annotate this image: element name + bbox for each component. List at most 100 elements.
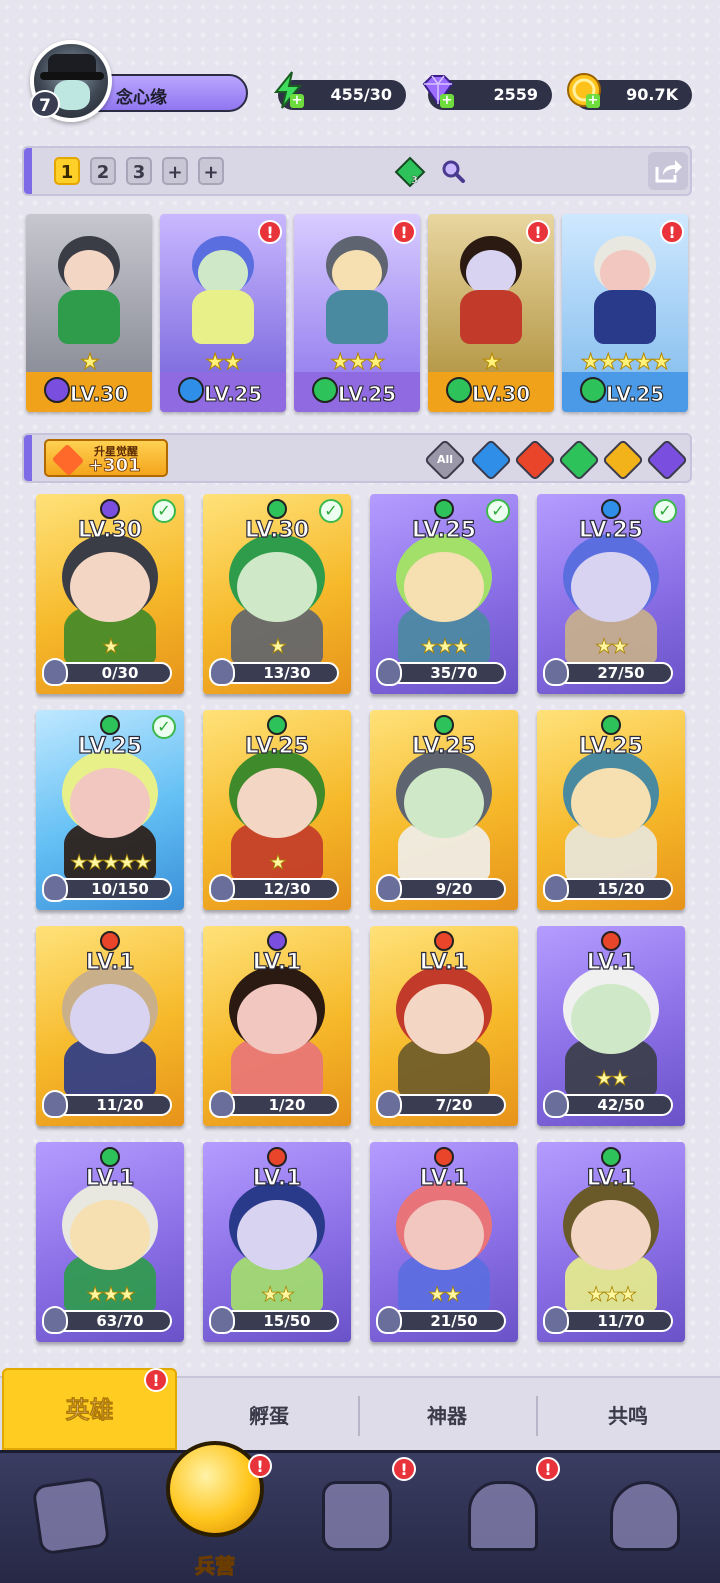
energy-counter[interactable]: + 455/30 [273,71,406,110]
hero-stars: ★★ [261,1282,296,1307]
hero-card[interactable]: LV.1 ★★ 21/50 [370,1142,518,1342]
hero-level: LV.25 [605,382,665,407]
hero-shard-progress: 15/20 [555,878,673,900]
dark-element-icon [267,931,287,951]
barracks-sub-tabs: 英雄 ! 孵蛋 神器 共鸣 [0,1368,720,1450]
gems-value: 2559 [493,85,538,104]
alert-badge: ! [258,220,282,244]
tab-resonance[interactable]: 共鸣 [538,1378,718,1450]
gem-counter[interactable]: + 2559 [422,75,552,110]
shard-icon [209,1306,235,1334]
hero-card[interactable]: LV.1 ★★ 15/50 [203,1142,351,1342]
team-gem-count: 3 [411,175,418,186]
shard-icon [42,874,68,902]
hero-card[interactable]: LV.1 ★★★ 11/70 [537,1142,685,1342]
hero-shard-progress: 42/50 [555,1094,673,1116]
add-energy-icon[interactable]: + [290,94,304,108]
hero-card[interactable]: LV.1 ★★★ 63/70 [36,1142,184,1342]
wind-element-icon [434,715,454,735]
hero-level: LV.25 [77,733,143,759]
hero-level: LV.30 [69,382,129,407]
filter-all[interactable]: All [423,438,467,482]
hero-level: LV.25 [244,733,310,759]
shard-icon [376,1306,402,1334]
star-awaken-button[interactable]: 升星觉醒 +301 [44,439,168,477]
hero-shard-progress: 11/20 [54,1094,172,1116]
wind-element-icon [601,715,621,735]
hero-card[interactable]: LV.25 9/20 [370,710,518,910]
hero-card[interactable]: LV.1 ★★ 42/50 [537,926,685,1126]
hero-stars: ★★ [595,634,630,659]
nav-shop[interactable] [600,1471,690,1561]
add-gold-icon[interactable]: + [586,94,600,108]
hero-card[interactable]: ✓ LV.25 ★★★ 35/70 [370,494,518,694]
hero-card[interactable]: ✓ LV.25 ★★ 27/50 [537,494,685,694]
shard-icon [209,658,235,686]
bottom-nav: ! ! [0,1450,720,1583]
shard-icon [376,658,402,686]
tab-artifacts[interactable]: 神器 [360,1378,534,1450]
hero-level: LV.30 [77,517,143,543]
lightning-icon: + [266,68,310,112]
nav-cards[interactable] [26,1471,116,1561]
alert-badge: ! [536,1457,560,1481]
water-element-icon [601,499,621,519]
filter-wind-icon[interactable] [557,438,601,482]
hero-shard-progress: 1/20 [221,1094,339,1116]
team-hero-card[interactable]: ★ LV.30 [26,214,152,412]
hero-stars: ★★ [595,1066,630,1091]
filter-water-icon[interactable] [469,438,513,482]
hero-card[interactable]: LV.25 15/20 [537,710,685,910]
hero-card[interactable]: LV.1 1/20 [203,926,351,1126]
team-tab-2[interactable]: 2 [90,157,116,185]
gold-counter[interactable]: + 90.7K [567,73,692,110]
hero-level: LV.1 [419,1165,469,1191]
hero-card[interactable]: LV.1 7/20 [370,926,518,1126]
mushroom-icon [610,1481,680,1551]
shard-icon [543,658,569,686]
team-tab-add[interactable]: + [162,157,188,185]
shard-icon [543,874,569,902]
nav-castle[interactable] [458,1471,548,1561]
fire-element-icon [434,931,454,951]
barracks-icon [166,1441,264,1537]
coin-icon: + [562,68,606,112]
hero-stars: ★★★ [86,1282,137,1307]
hero-level: LV.1 [252,949,302,975]
filter-light-icon[interactable] [601,438,645,482]
sword-icon [51,443,85,477]
team-hero-card[interactable]: ★★★ LV.25 ! [294,214,420,412]
hero-shard-progress: 7/20 [388,1094,506,1116]
nav-map[interactable] [312,1471,402,1561]
filter-fire-icon[interactable] [513,438,557,482]
magnifier-icon[interactable] [440,158,466,184]
energy-value: 455/30 [330,85,392,104]
top-bar: 念心缘 7 + 455/30 + 2559 + 90.7K [0,38,720,122]
team-hero-card[interactable]: ★★ LV.25 ! [160,214,286,412]
team-element-gem-icon[interactable]: 3 [394,156,426,188]
team-tab-1[interactable]: 1 [54,157,80,185]
shard-icon [42,658,68,686]
hero-card[interactable]: LV.25 ★ 12/30 [203,710,351,910]
team-tab-3[interactable]: 3 [126,157,152,185]
share-icon[interactable] [648,152,688,190]
filter-dark-icon[interactable] [645,438,689,482]
hero-card[interactable]: LV.1 11/20 [36,926,184,1126]
team-tab-add[interactable]: + [198,157,224,185]
hero-shard-progress: 63/70 [54,1310,172,1332]
hero-filter-bar: 升星觉醒 +301 All [22,433,692,483]
wind-element-icon [601,1147,621,1167]
fire-element-icon [100,931,120,951]
add-gems-icon[interactable]: + [440,94,454,108]
hero-level: LV.30 [471,382,531,407]
hero-card[interactable]: ✓ LV.25 ★★★★★ 10/150 [36,710,184,910]
hero-level: LV.1 [85,1165,135,1191]
hero-card[interactable]: ✓ LV.30 ★ 13/30 [203,494,351,694]
hero-card[interactable]: ✓ LV.30 ★ 0/30 [36,494,184,694]
shard-icon [376,1090,402,1118]
hero-shard-progress: 12/30 [221,878,339,900]
team-hero-card[interactable]: ★★★★★ LV.25 ! [562,214,688,412]
hero-stars: ★★★ [587,1282,638,1307]
hero-shard-progress: 27/50 [555,662,673,684]
team-hero-card[interactable]: ★ LV.30 ! [428,214,554,412]
